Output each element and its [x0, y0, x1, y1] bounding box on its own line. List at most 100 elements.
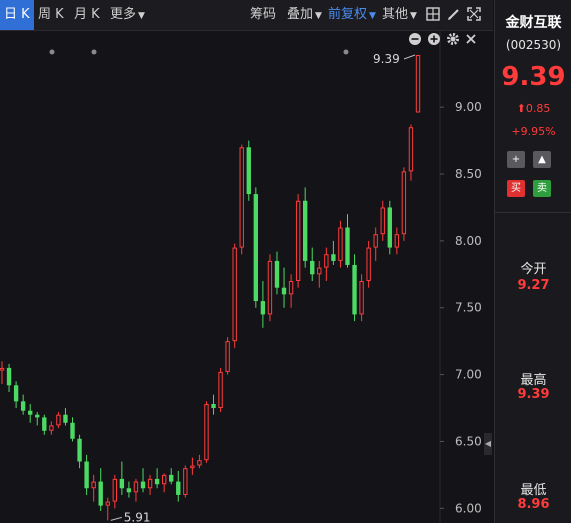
- close-icon[interactable]: [466, 34, 476, 44]
- candle-body: [415, 55, 421, 113]
- buy-button[interactable]: 买: [507, 180, 525, 197]
- tab-monthly-k[interactable]: 月 K: [74, 0, 100, 30]
- candle-body: [13, 385, 19, 402]
- plus-icon: +: [511, 154, 521, 165]
- candle: [338, 220, 343, 268]
- open-label: 今开: [520, 262, 547, 277]
- candle-body: [331, 254, 336, 261]
- candle-body: [232, 247, 237, 342]
- candle-body: [211, 404, 216, 409]
- candle-body: [246, 147, 251, 195]
- candle-body: [317, 267, 322, 275]
- candle: [415, 55, 421, 113]
- chevron-down-icon: ▼: [315, 11, 322, 21]
- other-menu[interactable]: 其他 ▼: [382, 0, 417, 30]
- candle-body: [190, 465, 195, 469]
- candle: [84, 454, 89, 495]
- add-watchlist-button[interactable]: +: [507, 151, 525, 168]
- more-label: 更多: [110, 7, 137, 22]
- candle-body: [324, 254, 329, 268]
- adjust-menu[interactable]: 前复权 ▼: [328, 0, 376, 30]
- candle-body: [161, 474, 167, 485]
- candle: [169, 468, 174, 485]
- y-tick-label: 9.00: [455, 100, 482, 114]
- low-value: 8.96: [517, 497, 550, 512]
- candle-body: [77, 438, 82, 462]
- candle: [133, 478, 139, 502]
- collapse-sidebar-button[interactable]: ◀: [484, 433, 492, 455]
- candle-body: [373, 234, 378, 248]
- candle-body: [401, 171, 407, 235]
- grid-icon[interactable]: [425, 7, 441, 23]
- candle-body: [288, 281, 294, 295]
- y-tick-label: 6.00: [455, 501, 482, 515]
- candle: [387, 200, 392, 255]
- stock-name: 金财互联: [505, 15, 562, 31]
- candle-body: [267, 260, 273, 315]
- adjust-label: 前复权: [328, 7, 368, 22]
- candle-body: [0, 367, 5, 371]
- candle: [373, 227, 378, 261]
- plus-icon[interactable]: [428, 33, 440, 45]
- candle-body: [35, 414, 40, 418]
- candle: [267, 254, 273, 322]
- alert-button[interactable]: ▲: [533, 151, 551, 168]
- candle: [161, 473, 167, 493]
- candle: [317, 260, 322, 288]
- overlay-menu[interactable]: 叠加 ▼: [287, 0, 322, 30]
- tab-weekly-k[interactable]: 周 K: [38, 0, 64, 30]
- marker-dot: [49, 49, 55, 55]
- candle: [366, 240, 371, 288]
- candle-body: [147, 478, 153, 489]
- min-pointer: [110, 516, 122, 521]
- gear-icon[interactable]: [447, 33, 459, 45]
- candle-body: [70, 422, 75, 439]
- candle-body: [394, 234, 400, 248]
- minus-icon[interactable]: [409, 33, 421, 45]
- candle-body: [197, 460, 202, 466]
- up-arrow-icon: ⬆: [516, 102, 526, 115]
- candle-body: [239, 147, 244, 248]
- candle: [331, 240, 336, 265]
- chevron-down-icon: ▼: [369, 11, 376, 21]
- overlay-label: 叠加: [287, 7, 314, 22]
- open-value: 9.27: [517, 278, 550, 293]
- candle: [140, 468, 146, 493]
- candle: [218, 367, 223, 413]
- candle-body: [63, 414, 68, 423]
- max-price-label: 9.39: [373, 52, 400, 66]
- candle-body: [204, 404, 209, 461]
- sell-button[interactable]: 卖: [533, 180, 551, 197]
- candle: [0, 361, 5, 384]
- candle: [401, 167, 407, 241]
- candle-body: [91, 481, 96, 489]
- candle-body: [169, 474, 174, 482]
- candle: [105, 497, 110, 521]
- candle: [20, 394, 26, 415]
- more-menu[interactable]: 更多 ▼: [110, 0, 145, 30]
- candle-body: [225, 341, 230, 372]
- pen-icon[interactable]: [446, 7, 462, 23]
- candle-body: [253, 194, 259, 302]
- candle: [408, 124, 414, 181]
- candle-body: [183, 468, 188, 495]
- expand-icon[interactable]: [466, 7, 482, 23]
- candle: [380, 200, 385, 241]
- candle: [260, 281, 266, 328]
- chips-button[interactable]: 筹码: [250, 0, 276, 30]
- candle: [303, 187, 308, 268]
- price-axis: 9.00 8.50 8.00 7.50 7.00 6.50 6.00: [440, 100, 482, 515]
- candle-body: [56, 414, 61, 426]
- candle: [246, 140, 251, 201]
- kline-chart[interactable]: 9.00 8.50 8.00 7.50 7.00 6.50 6.00 9.39 5.91: [0, 31, 493, 523]
- marker-dot: [91, 49, 97, 55]
- candle-body: [281, 287, 287, 295]
- candle: [197, 454, 202, 469]
- candle: [35, 412, 40, 426]
- candle: [225, 337, 230, 375]
- tab-daily-k[interactable]: 日 K: [0, 0, 34, 30]
- candle: [352, 254, 357, 322]
- candle-body: [126, 488, 132, 493]
- candle: [70, 417, 75, 442]
- stock-info-panel: 金财互联 (002530) 9.39 ⬆0.85 +9.95% + ▲ 买 卖 …: [494, 0, 571, 523]
